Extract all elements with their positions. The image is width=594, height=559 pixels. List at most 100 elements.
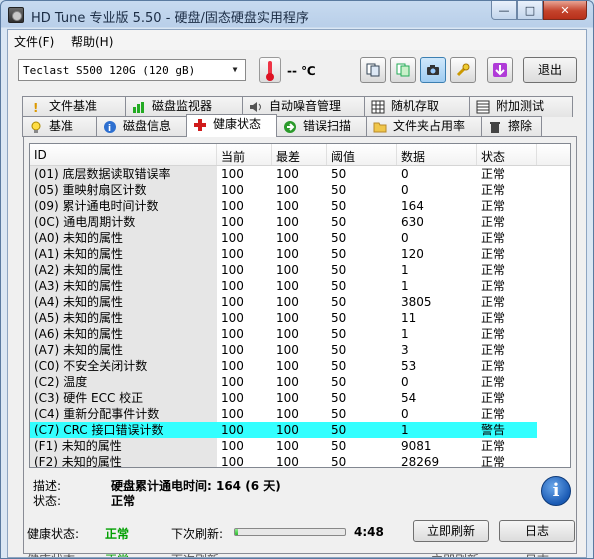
table-row[interactable]: (C4) 重新分配事件计数 100 100 50 0 正常 (30, 406, 570, 422)
svg-text:i: i (108, 124, 111, 134)
current-cell: 100 (221, 455, 244, 468)
tab-erase[interactable]: 擦除 (481, 116, 542, 137)
drive-select-value: Teclast S500 120G (120 gB) (23, 64, 196, 77)
save-button[interactable] (487, 57, 513, 83)
threshold-cell: 50 (331, 407, 347, 421)
cut-log-button: 日志 (525, 551, 549, 557)
copy-all-button[interactable] (390, 57, 416, 83)
menu-help[interactable]: 帮助(H) (71, 33, 113, 50)
column-header-worst[interactable]: 最差 (272, 144, 327, 165)
tab-disk-info[interactable]: i 磁盘信息 (96, 116, 187, 137)
table-row[interactable]: (A7) 未知的属性 100 100 50 3 正常 (30, 342, 570, 358)
table-header: ID 当前 最差 阈值 数据 状态 (30, 144, 570, 166)
title-bar[interactable]: HD Tune 专业版 5.50 - 硬盘/固态硬盘实用程序 — □ ✕ (1, 1, 593, 29)
worst-cell: 100 (276, 263, 299, 277)
attribute-id-cell: (C7) CRC 接口错误计数 (30, 422, 217, 438)
column-header-status[interactable]: 状态 (477, 144, 537, 165)
current-cell: 100 (221, 295, 244, 309)
minimize-button[interactable]: — (491, 1, 517, 20)
exit-button[interactable]: 退出 (523, 57, 577, 83)
column-header-id[interactable]: ID (30, 144, 217, 165)
attribute-id-cell: (A6) 未知的属性 (30, 326, 217, 342)
table-row[interactable]: (0C) 通电周期计数 100 100 50 630 正常 (30, 214, 570, 230)
threshold-cell: 50 (331, 167, 347, 181)
status-cell: 正常 (481, 295, 506, 309)
tab-error-scan[interactable]: 错误扫描 (276, 116, 367, 137)
table-row[interactable]: (A1) 未知的属性 100 100 50 120 正常 (30, 246, 570, 262)
attribute-id-cell: (A5) 未知的属性 (30, 310, 217, 326)
table-row[interactable]: (A3) 未知的属性 100 100 50 1 正常 (30, 278, 570, 294)
current-cell: 100 (221, 359, 244, 373)
tab-file-benchmark[interactable]: ! 文件基准 (22, 96, 126, 117)
worst-cell: 100 (276, 439, 299, 453)
table-row[interactable]: (A4) 未知的属性 100 100 50 3805 正常 (30, 294, 570, 310)
tab-random-access[interactable]: 随机存取 (364, 96, 470, 117)
lightbulb-icon (31, 121, 41, 133)
threshold-cell: 50 (331, 327, 347, 341)
threshold-cell: 50 (331, 183, 347, 197)
camera-icon (427, 65, 439, 75)
tabs-bottom-row: 基准 i 磁盘信息 健康状态 错误扫描 文件夹占用率 擦除 (22, 114, 542, 137)
menu-bar: 文件(F) 帮助(H) (8, 30, 586, 50)
table-row[interactable]: (05) 重映射扇区计数 100 100 50 0 正常 (30, 182, 570, 198)
column-header-data[interactable]: 数据 (397, 144, 477, 165)
tab-health[interactable]: 健康状态 (186, 114, 277, 137)
tab-extra-tests[interactable]: 附加测试 (469, 96, 573, 117)
copy-text-button[interactable] (360, 57, 386, 83)
data-cell: 53 (401, 359, 417, 373)
data-cell: 1 (401, 263, 409, 277)
table-row[interactable]: (09) 累计通电时间计数 100 100 50 164 正常 (30, 198, 570, 214)
status-value: 正常 (111, 494, 136, 508)
table-row[interactable]: (A2) 未知的属性 100 100 50 1 正常 (30, 262, 570, 278)
options-button[interactable] (450, 57, 476, 83)
table-row[interactable]: (A6) 未知的属性 100 100 50 1 正常 (30, 326, 570, 342)
table-row[interactable]: (F2) 未知的属性 100 100 50 28269 正常 (30, 454, 570, 468)
log-button[interactable]: 日志 (499, 520, 575, 542)
attribute-id-cell: (A4) 未知的属性 (30, 294, 217, 310)
tab-benchmark[interactable]: 基准 (22, 116, 97, 137)
tab-label: 文件夹占用率 (393, 119, 466, 133)
health-status-label: 健康状态: (27, 527, 80, 541)
tab-folder-usage[interactable]: 文件夹占用率 (366, 116, 482, 137)
speaker-icon (250, 102, 261, 112)
data-cell: 3805 (401, 295, 432, 309)
tab-label: 基准 (49, 119, 74, 133)
status-label: 状态: (33, 494, 62, 508)
data-cell: 54 (401, 391, 417, 405)
column-header-current[interactable]: 当前 (217, 144, 272, 165)
smart-attributes-table[interactable]: ID 当前 最差 阈值 数据 状态 (01) 底层数据读取错误率 100 100 50… (29, 143, 571, 468)
data-cell: 0 (401, 167, 409, 181)
data-cell: 28269 (401, 455, 440, 468)
table-row[interactable]: (A5) 未知的属性 100 100 50 11 正常 (30, 310, 570, 326)
worst-cell: 100 (276, 327, 299, 341)
thermometer-icon (259, 57, 281, 83)
table-row[interactable]: (C0) 不安全关闭计数 100 100 50 53 正常 (30, 358, 570, 374)
table-row[interactable]: (C2) 温度 100 100 50 0 正常 (30, 374, 570, 390)
worst-cell: 100 (276, 183, 299, 197)
current-cell: 100 (221, 311, 244, 325)
threshold-cell: 50 (331, 455, 347, 468)
table-row[interactable]: (C3) 硬件 ECC 校正 100 100 50 54 正常 (30, 390, 570, 406)
temperature-readout: -- ℃ (287, 64, 316, 78)
refresh-now-button[interactable]: 立即刷新 (413, 520, 489, 542)
status-cell: 正常 (481, 311, 506, 325)
data-cell: 11 (401, 311, 417, 325)
worst-cell: 100 (276, 215, 299, 229)
drive-select[interactable]: Teclast S500 120G (120 gB) ▼ (18, 59, 246, 81)
menu-file[interactable]: 文件(F) (14, 33, 54, 50)
threshold-cell: 50 (331, 343, 347, 357)
table-row[interactable]: (A0) 未知的属性 100 100 50 0 正常 (30, 230, 570, 246)
maximize-button[interactable]: □ (517, 1, 543, 20)
screenshot-button[interactable] (420, 57, 446, 83)
table-body: (01) 底层数据读取错误率 100 100 50 0 正常 (05) 重映射扇区计数 100… (30, 166, 570, 468)
refresh-progress-bar (234, 528, 346, 536)
table-row[interactable]: (01) 底层数据读取错误率 100 100 50 0 正常 (30, 166, 570, 182)
description-value: 硬盘累计通电时间: 164 (6 天) (111, 479, 281, 493)
current-cell: 100 (221, 215, 244, 229)
table-row[interactable]: (F1) 未知的属性 100 100 50 9081 正常 (30, 438, 570, 454)
close-button[interactable]: ✕ (543, 1, 587, 20)
data-cell: 0 (401, 231, 409, 245)
table-row[interactable]: (C7) CRC 接口错误计数 100 100 50 1 警告 (30, 422, 570, 438)
copy-green-icon (396, 63, 410, 77)
column-header-threshold[interactable]: 阈值 (327, 144, 397, 165)
